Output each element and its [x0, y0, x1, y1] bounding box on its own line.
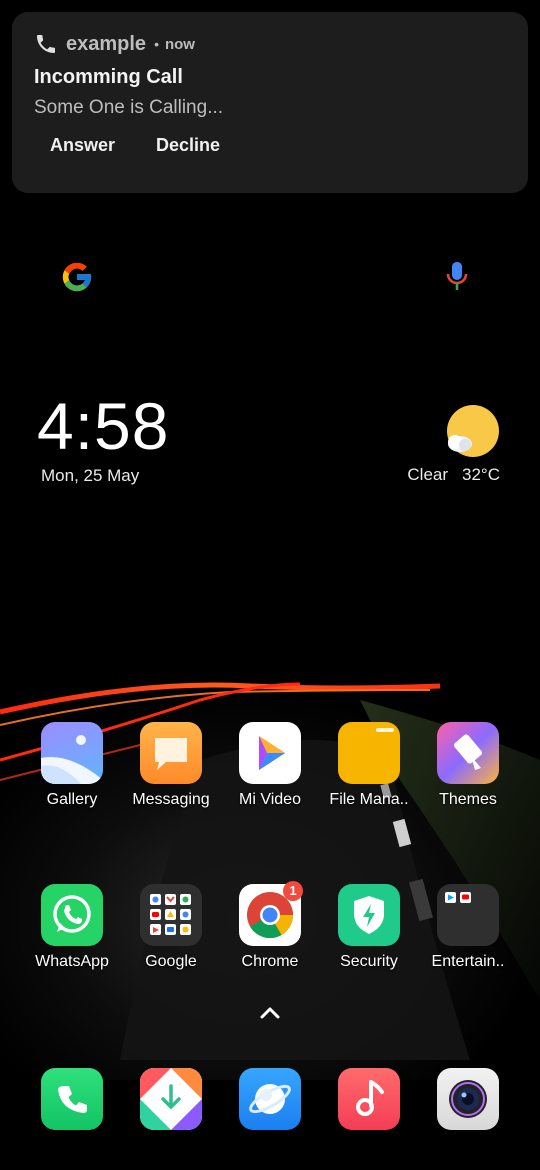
notification-title: Incomming Call: [34, 66, 183, 88]
app-label: Google: [145, 953, 197, 970]
notification-header: example • now: [34, 32, 195, 56]
folder-google[interactable]: Google: [121, 884, 221, 971]
app-label: Messaging: [132, 791, 210, 808]
microphone-icon[interactable]: [444, 260, 470, 292]
browser-icon: [239, 1068, 301, 1130]
app-whatsapp[interactable]: WhatsApp: [22, 884, 122, 971]
clock-date: Mon, 25 May: [41, 466, 140, 485]
app-messaging[interactable]: Messaging: [121, 722, 221, 809]
google-folder-icon: [140, 884, 202, 946]
notification-text: Some One is Calling...: [34, 97, 224, 118]
phone-icon: [41, 1068, 103, 1130]
security-icon: [338, 884, 400, 946]
chrome-icon: 1: [239, 881, 303, 946]
weather-sun-icon[interactable]: [444, 402, 502, 460]
app-label: Themes: [439, 791, 497, 808]
app-file-manager[interactable]: File Mana..: [319, 722, 419, 809]
dock-music[interactable]: [319, 1068, 419, 1130]
app-label: Mi Video: [239, 791, 301, 808]
dock-camera[interactable]: [418, 1068, 518, 1130]
folder-entertainment[interactable]: Entertain..: [418, 884, 518, 971]
app-label: Security: [340, 953, 398, 970]
camera-icon: [437, 1068, 499, 1130]
music-icon: [338, 1068, 400, 1130]
file-manager-icon: [338, 722, 400, 784]
app-chrome[interactable]: 1 Chrome: [220, 881, 320, 971]
weather-temperature: 32°C: [462, 465, 500, 484]
chevron-up-icon[interactable]: [258, 1004, 282, 1022]
gallery-icon: [41, 722, 103, 784]
weather-info: Clear 32°C: [407, 465, 500, 485]
dock-browser[interactable]: [220, 1068, 320, 1130]
decline-button[interactable]: Decline: [152, 133, 224, 158]
dock-mi-store[interactable]: [121, 1068, 221, 1130]
dock-phone[interactable]: [22, 1068, 122, 1130]
notification-app-name: example: [66, 32, 147, 55]
mi-store-icon: [140, 1068, 202, 1130]
app-label: WhatsApp: [35, 953, 109, 970]
app-label: Chrome: [241, 953, 299, 970]
messaging-icon: [140, 722, 202, 784]
weather-condition: Clear: [407, 465, 449, 484]
google-search-icon[interactable]: [60, 260, 94, 294]
app-label: Gallery: [46, 791, 98, 808]
app-gallery[interactable]: Gallery: [22, 722, 122, 809]
notification-time: now: [164, 35, 195, 53]
notification-badge: 1: [283, 881, 303, 901]
clock-time[interactable]: 4:58: [37, 388, 169, 464]
answer-button[interactable]: Answer: [46, 133, 119, 158]
app-themes[interactable]: Themes: [418, 722, 518, 809]
notification-separator: •: [154, 36, 159, 52]
entertainment-folder-icon: [437, 884, 499, 946]
mi-video-icon: [239, 722, 301, 784]
call-notification[interactable]: example • now Incomming Call Some One is…: [12, 12, 528, 193]
app-mi-video[interactable]: Mi Video: [220, 722, 320, 809]
app-label: Entertain..: [431, 953, 505, 970]
themes-icon: [437, 722, 499, 784]
app-security[interactable]: Security: [319, 884, 419, 971]
app-label: File Mana..: [329, 791, 409, 808]
whatsapp-icon: [41, 884, 103, 946]
phone-icon: [37, 35, 55, 53]
